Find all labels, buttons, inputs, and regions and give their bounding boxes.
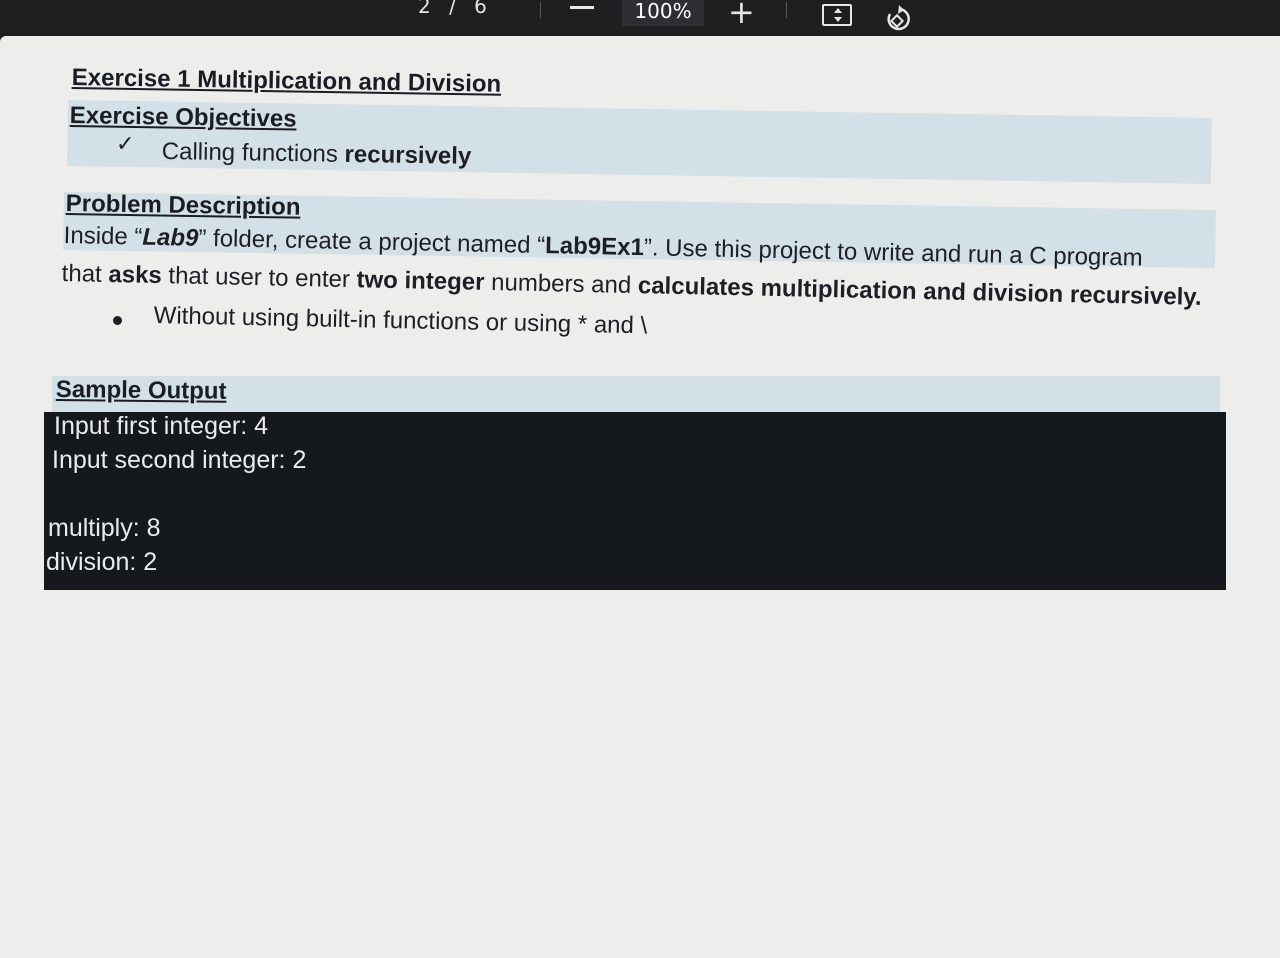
project-name: Lab9Ex1 bbox=[544, 232, 645, 262]
folder-name: Lab9 bbox=[142, 223, 199, 252]
zoom-in-button[interactable]: + bbox=[728, 0, 755, 28]
objectives-heading: Exercise Objectives bbox=[69, 102, 297, 133]
constraint-item: Without using built-in functions or usin… bbox=[153, 302, 648, 340]
toolbar-divider bbox=[786, 2, 787, 18]
objective-text: Calling functions bbox=[161, 138, 345, 168]
sample-output-heading: Sample Output bbox=[55, 376, 227, 405]
objective-bold: recursively bbox=[344, 140, 472, 170]
zoom-level-field[interactable]: 100% bbox=[622, 0, 704, 26]
problem-text: numbers and bbox=[484, 268, 639, 300]
sample-output-console: Input first integer: 4 Input second inte… bbox=[44, 412, 1226, 590]
console-line: Input first integer: 4 bbox=[54, 412, 269, 440]
problem-bold: asks bbox=[108, 260, 163, 290]
bullet-icon bbox=[113, 316, 122, 325]
page-indicator[interactable]: 2 / 6 bbox=[418, 0, 493, 18]
sample-band bbox=[52, 376, 1220, 416]
console-line: division: 2 bbox=[46, 548, 158, 576]
rotate-icon[interactable] bbox=[884, 4, 914, 34]
console-line: Input second integer: 2 bbox=[52, 446, 307, 474]
problem-bold: two integer bbox=[356, 266, 485, 296]
problem-text: that bbox=[61, 260, 109, 288]
exercise-title: Exercise 1 Multiplication and Division bbox=[71, 64, 502, 98]
objective-item: Calling functions recursively bbox=[162, 138, 472, 171]
check-icon: ✓ bbox=[116, 132, 135, 157]
minus-icon[interactable] bbox=[570, 6, 594, 9]
problem-text: Inside “ bbox=[63, 222, 143, 251]
problem-text: that user to enter bbox=[161, 262, 357, 294]
toolbar-divider bbox=[540, 2, 541, 18]
problem-bold: calculates multiplication and division r… bbox=[637, 272, 1202, 311]
fit-page-icon[interactable] bbox=[822, 4, 852, 26]
problem-heading: Problem Description bbox=[65, 190, 301, 221]
console-line: multiply: 8 bbox=[48, 514, 161, 542]
